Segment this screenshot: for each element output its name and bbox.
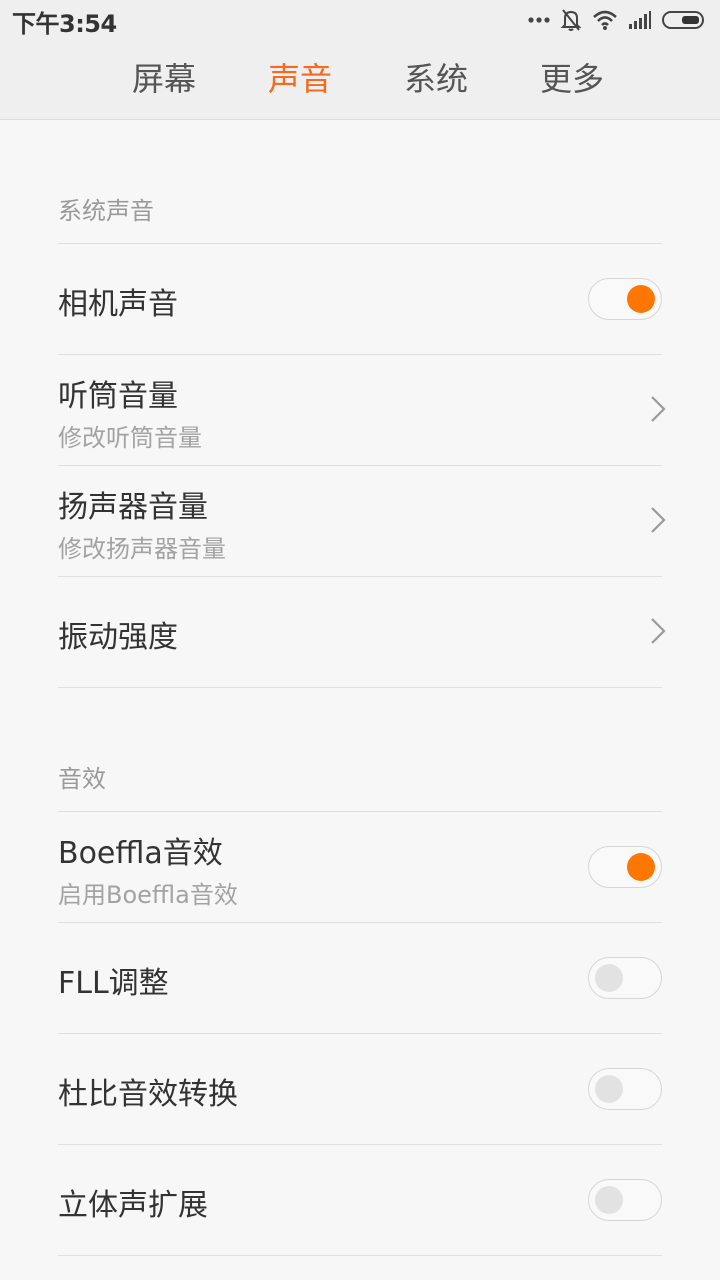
setting-dolby-conversion[interactable]: 杜比音效转换 <box>0 1034 720 1144</box>
boeffla-toggle[interactable] <box>588 846 662 888</box>
more-dots-icon <box>528 16 550 24</box>
divider <box>58 1255 662 1256</box>
wifi-icon <box>592 9 618 31</box>
setting-boeffla-sound[interactable]: Boeffla音效 启用Boeffla音效 <box>0 812 720 922</box>
status-time: 下午3:54 <box>12 10 117 38</box>
section-header-sound-effects: 音效 <box>58 765 106 793</box>
stereo-toggle[interactable] <box>588 1179 662 1221</box>
setting-title: 立体声扩展 <box>58 1188 208 1223</box>
toggle-knob <box>627 853 655 881</box>
setting-subtitle: 启用Boeffla音效 <box>58 881 238 909</box>
chevron-right-icon <box>651 396 666 422</box>
dolby-toggle[interactable] <box>588 1068 662 1110</box>
camera-sound-toggle[interactable] <box>588 278 662 320</box>
setting-title: 相机声音 <box>58 287 178 322</box>
tab-system[interactable]: 系统 <box>366 54 506 100</box>
toggle-knob <box>627 285 655 313</box>
setting-fll-adjust[interactable]: FLL调整 <box>0 923 720 1033</box>
setting-title: 听筒音量 <box>58 379 178 414</box>
setting-vibration-strength[interactable]: 振动强度 <box>0 577 720 687</box>
toggle-knob <box>595 1186 623 1214</box>
toggle-knob <box>595 964 623 992</box>
setting-camera-sound[interactable]: 相机声音 <box>0 244 720 354</box>
status-bar: 下午3:54 <box>0 0 720 40</box>
status-icons <box>528 8 704 32</box>
setting-title: FLL调整 <box>58 966 169 1001</box>
section-header-system-sound: 系统声音 <box>58 197 154 225</box>
signal-icon <box>628 10 652 30</box>
tab-more[interactable]: 更多 <box>502 54 642 100</box>
fll-toggle[interactable] <box>588 957 662 999</box>
setting-earpiece-volume[interactable]: 听筒音量 修改听筒音量 <box>0 355 720 465</box>
setting-title: 杜比音效转换 <box>58 1077 238 1112</box>
bell-off-icon <box>560 8 582 32</box>
tab-screen[interactable]: 屏幕 <box>94 54 234 100</box>
setting-subtitle: 修改扬声器音量 <box>58 535 226 563</box>
battery-icon <box>662 11 704 29</box>
setting-title: 振动强度 <box>58 620 178 655</box>
setting-subtitle: 修改听筒音量 <box>58 424 202 452</box>
chevron-right-icon <box>651 507 666 533</box>
tab-bar: 屏幕 声音 系统 更多 <box>0 40 720 120</box>
tab-sound[interactable]: 声音 <box>230 54 370 100</box>
setting-speaker-volume[interactable]: 扬声器音量 修改扬声器音量 <box>0 466 720 576</box>
chevron-right-icon <box>651 618 666 644</box>
toggle-knob <box>595 1075 623 1103</box>
setting-stereo-expansion[interactable]: 立体声扩展 <box>0 1145 720 1255</box>
divider <box>58 687 662 688</box>
setting-title: Boeffla音效 <box>58 836 223 871</box>
setting-title: 扬声器音量 <box>58 490 208 525</box>
